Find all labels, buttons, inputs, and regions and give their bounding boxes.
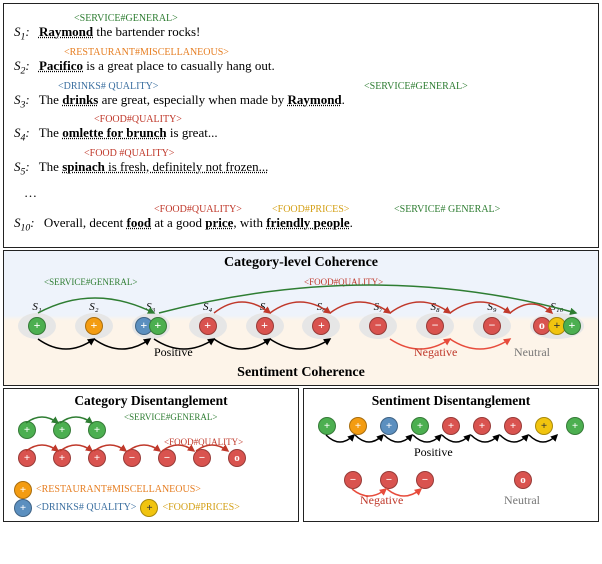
cd-fq-3: + [88, 449, 106, 467]
sd-neg-2: − [380, 471, 398, 489]
sd-pos-3: + [380, 417, 398, 435]
sd-pos-8: + [535, 417, 553, 435]
s4-aspect: omlette for brunch [62, 125, 166, 140]
cd-sg-3: + [88, 421, 106, 439]
sd-pos-5: + [442, 417, 460, 435]
sentence-s1: <SERVICE#GENERAL> S1: Raymond the barten… [14, 24, 588, 44]
cd-fq-2: + [53, 449, 71, 467]
p3a-tag-food: <FOOD#QUALITY> [164, 437, 243, 447]
s10-aspect-price: price [205, 215, 233, 230]
s10-index: S10: [14, 215, 35, 230]
s1-aspect: Raymond [39, 24, 93, 39]
neutral-label: Neutral [514, 345, 550, 360]
node-s1: + [28, 317, 46, 335]
tag-service-general: <SERVICE#GENERAL> [74, 13, 178, 26]
sentence-s3: <DRINKS# QUALITY> <SERVICE#GENERAL> S3: … [14, 92, 588, 112]
s3-aspect2: Raymond [287, 92, 341, 107]
tag-drinks-quality: <DRINKS# QUALITY> [58, 81, 158, 94]
title-category-coherence: Category-level Coherence [14, 255, 588, 271]
title-sent-disent: Sentiment Disentanglement [312, 393, 590, 409]
sd-pos-9: + [566, 417, 584, 435]
sentiment-disentanglement-panel: Sentiment Disentanglement + + + + + + + … [303, 388, 599, 522]
positive-label: Positive [154, 345, 193, 360]
node-s9: − [483, 317, 501, 335]
sentence-panel: <SERVICE#GENERAL> S1: Raymond the barten… [3, 3, 599, 248]
p2-tag-service: <SERVICE#GENERAL> [44, 277, 137, 287]
sd-neg-1: − [344, 471, 362, 489]
tag-service-general-3: <SERVICE# GENERAL> [394, 204, 500, 217]
s2-aspect: Pacifico [39, 58, 83, 73]
cd-fq-4: − [123, 449, 141, 467]
legend-rm: +<RESTAURANT#MISCELLANEOUS> [14, 481, 201, 499]
sd-pos-1: + [318, 417, 336, 435]
sd-neu-1: o [514, 471, 532, 489]
s2-text: is a great place to casually hang out. [83, 58, 275, 73]
title-cat-disent: Category Disentanglement [12, 393, 290, 409]
p2-tag-food: <FOOD#QUALITY> [304, 277, 383, 287]
category-disentanglement-panel: Category Disentanglement <SERVICE#GENERA… [3, 388, 299, 522]
tag-service-general-2: <SERVICE#GENERAL> [364, 81, 468, 94]
s2-index: S2: [14, 58, 30, 73]
s5-index: S5: [14, 159, 30, 174]
sd-neutral-label: Neutral [504, 493, 540, 508]
node-s8: − [426, 317, 444, 335]
coherence-panel: Category-level Coherence <SERVICE#GENERA… [3, 250, 599, 386]
s3-aspect: drinks [62, 92, 98, 107]
cd-fq-1: + [18, 449, 36, 467]
negative-label: Negative [414, 345, 457, 360]
s1-index: S1: [14, 24, 30, 39]
node-s3b: + [149, 317, 167, 335]
node-s7: − [369, 317, 387, 335]
tag-restaurant-misc: <RESTAURANT#MISCELLANEOUS> [64, 47, 229, 60]
tag-food-quality: <FOOD#QUALITY> [94, 114, 182, 127]
p3a-tag-service: <SERVICE#GENERAL> [124, 412, 217, 422]
s5-aspect: spinach [62, 159, 105, 174]
title-sentiment-coherence: Sentiment Coherence [4, 365, 598, 381]
coherence-nodes: S₁+ S₂+ S₃++ S₄+ S₅+ S₆+ S₇− S₈− S₉− S₁₀… [18, 313, 584, 339]
node-s5: + [256, 317, 274, 335]
s10-aspect-food: food [127, 215, 152, 230]
ellipsis: … [14, 185, 588, 201]
node-s4: + [199, 317, 217, 335]
cd-sg-1: + [18, 421, 36, 439]
s4-index: S4: [14, 125, 30, 140]
sd-negative-label: Negative [360, 493, 403, 508]
sd-positive-label: Positive [414, 445, 453, 460]
sentence-s10: <FOOD#QUALITY> <FOOD#PRICES> <SERVICE# G… [14, 215, 588, 235]
sentence-s5: <FOOD #QUALITY> S5: The spinach is fresh… [14, 159, 588, 179]
legend-dqfp: +<DRINKS# QUALITY> +<FOOD#PRICES> [14, 499, 240, 517]
s10-aspect-people: friendly people [266, 215, 349, 230]
sentence-s2: <RESTAURANT#MISCELLANEOUS> S2: Pacifico … [14, 58, 588, 78]
tag-food-quality-2: <FOOD #QUALITY> [84, 148, 174, 161]
sd-pos-2: + [349, 417, 367, 435]
cd-fq-7: o [228, 449, 246, 467]
tag-food-prices: <FOOD#PRICES> [272, 204, 349, 217]
sd-pos-7: + [504, 417, 522, 435]
tag-food-quality-3: <FOOD#QUALITY> [154, 204, 242, 217]
cd-fq-5: − [158, 449, 176, 467]
s3-index: S3: [14, 92, 30, 107]
cd-sg-2: + [53, 421, 71, 439]
sd-pos-4: + [411, 417, 429, 435]
cd-fq-6: − [193, 449, 211, 467]
node-s6: + [312, 317, 330, 335]
node-s10c: + [563, 317, 581, 335]
node-s2: + [85, 317, 103, 335]
sentence-s4: <FOOD#QUALITY> S4: The omlette for brunc… [14, 125, 588, 145]
s1-text: the bartender rocks! [93, 24, 200, 39]
sd-neg-3: − [416, 471, 434, 489]
sd-pos-6: + [473, 417, 491, 435]
